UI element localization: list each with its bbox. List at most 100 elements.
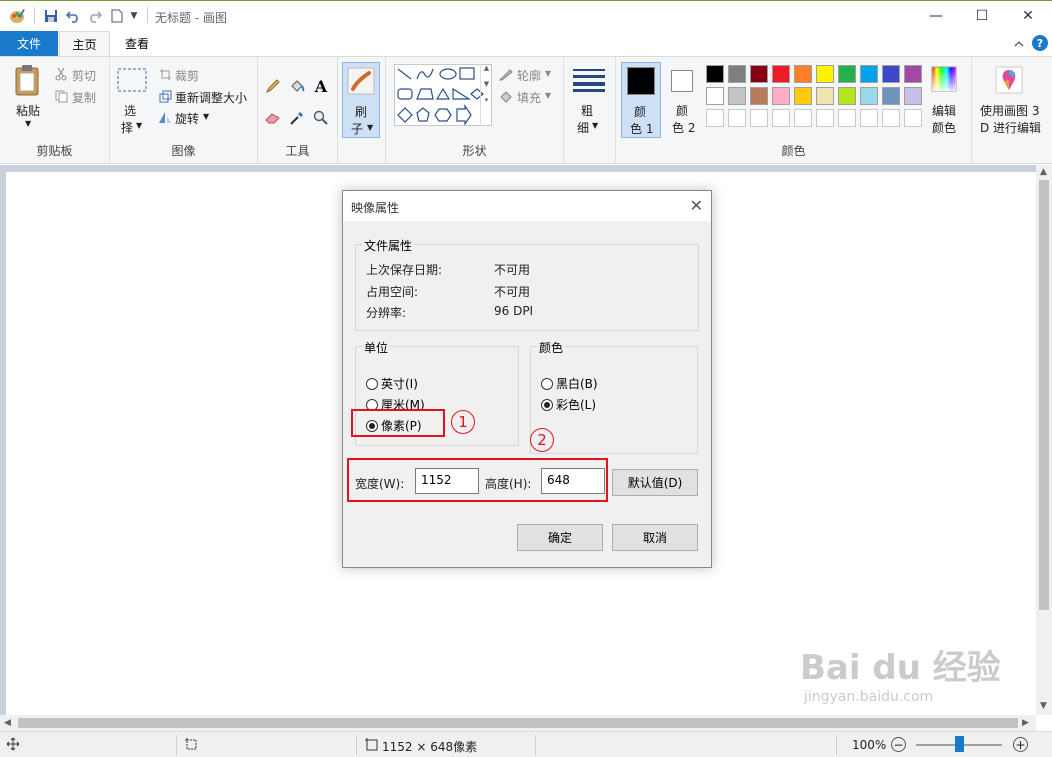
maximize-button[interactable]: ☐ <box>959 1 1005 31</box>
new-document-icon[interactable] <box>108 7 126 25</box>
paint-app-icon[interactable] <box>8 7 28 25</box>
tab-view[interactable]: 查看 <box>113 31 161 56</box>
color2-button[interactable]: 颜 色 2 <box>666 62 702 138</box>
custom-color-slot[interactable] <box>728 109 746 127</box>
palette-color-swatch[interactable] <box>772 87 790 105</box>
select-dropdown-icon[interactable]: ▼ <box>136 121 142 130</box>
palette-color-swatch[interactable] <box>750 65 768 83</box>
palette-color-swatch[interactable] <box>706 87 724 105</box>
rotate-dropdown-icon[interactable]: ▼ <box>203 112 209 121</box>
black-white-radio-dot[interactable] <box>541 377 553 390</box>
custom-color-slot[interactable] <box>838 109 856 127</box>
size-button[interactable]: 粗 <box>581 102 593 119</box>
palette-color-swatch[interactable] <box>838 87 856 105</box>
crop-button[interactable]: 裁剪 <box>175 67 199 84</box>
save-icon[interactable] <box>42 7 60 25</box>
tab-file[interactable]: 文件 <box>0 31 58 56</box>
unit-inches-radio[interactable]: 英寸(I) <box>366 375 418 392</box>
shapes-gallery[interactable] <box>394 64 492 126</box>
shapes-scroll[interactable]: ▲ ▼ ▾ <box>480 64 492 126</box>
edit-colors-button[interactable]: 编辑 <box>932 102 956 119</box>
paint3d-icon[interactable] <box>994 65 1024 95</box>
horizontal-scroll-thumb[interactable] <box>18 718 1018 728</box>
paint3d-button-line2[interactable]: D 进行编辑 <box>980 119 1041 136</box>
outline-dropdown-icon[interactable]: ▼ <box>545 69 551 78</box>
palette-color-swatch[interactable] <box>882 87 900 105</box>
eraser-icon[interactable] <box>264 109 282 127</box>
palette-color-swatch[interactable] <box>882 65 900 83</box>
minimize-button[interactable]: — <box>913 1 959 31</box>
scroll-right-icon[interactable]: ▶ <box>1022 718 1029 728</box>
redo-icon[interactable] <box>86 7 104 25</box>
custom-color-slot[interactable] <box>750 109 768 127</box>
edit-colors-button-line2[interactable]: 颜色 <box>932 119 956 136</box>
paste-button[interactable]: 粘贴 <box>16 102 40 119</box>
custom-color-slot[interactable] <box>860 109 878 127</box>
scroll-up-icon[interactable]: ▲ <box>1040 167 1047 177</box>
palette-color-swatch[interactable] <box>794 65 812 83</box>
fill-button[interactable]: 填充 <box>517 89 541 106</box>
palette-color-swatch[interactable] <box>750 87 768 105</box>
custom-color-slot[interactable] <box>772 109 790 127</box>
pencil-icon[interactable] <box>264 77 282 95</box>
undo-icon[interactable] <box>64 7 82 25</box>
palette-color-swatch[interactable] <box>816 87 834 105</box>
palette-color-swatch[interactable] <box>904 87 922 105</box>
palette-color-swatch[interactable] <box>794 87 812 105</box>
palette-color-swatch[interactable] <box>860 87 878 105</box>
vertical-scrollbar[interactable]: ▲ ▼ <box>1036 165 1052 715</box>
palette-color-swatch[interactable] <box>706 65 724 83</box>
help-icon[interactable]: ? <box>1032 35 1048 51</box>
paint3d-button[interactable]: 使用画图 3 <box>980 102 1039 119</box>
rotate-button[interactable]: 旋转 <box>175 110 199 127</box>
palette-color-swatch[interactable] <box>816 65 834 83</box>
color-radio-dot[interactable] <box>541 398 553 411</box>
line-size-icon[interactable] <box>572 67 606 93</box>
zoom-in-icon[interactable]: + <box>1013 737 1028 752</box>
close-button[interactable]: ✕ <box>1005 1 1051 31</box>
unit-inches-radio-dot[interactable] <box>366 377 378 390</box>
custom-color-slot[interactable] <box>706 109 724 127</box>
customize-toolbar-icon[interactable]: ▼ <box>128 7 140 25</box>
black-white-radio[interactable]: 黑白(B) <box>541 375 598 392</box>
palette-color-swatch[interactable] <box>904 65 922 83</box>
zoom-out-icon[interactable]: − <box>891 737 906 752</box>
fill-dropdown-icon[interactable]: ▼ <box>545 91 551 100</box>
outline-button[interactable]: 轮廓 <box>517 67 541 84</box>
size-button-line2[interactable]: 细 <box>577 119 589 136</box>
magnifier-icon[interactable] <box>312 109 330 127</box>
scroll-down-icon[interactable]: ▼ <box>1040 701 1047 711</box>
palette-color-swatch[interactable] <box>728 65 746 83</box>
select-icon[interactable] <box>116 67 148 93</box>
cancel-button[interactable]: 取消 <box>612 524 698 551</box>
custom-color-slot[interactable] <box>816 109 834 127</box>
dialog-close-icon[interactable]: ✕ <box>690 196 703 215</box>
default-button[interactable]: 默认值(D) <box>612 469 698 496</box>
paste-icon[interactable] <box>10 63 46 97</box>
ok-button[interactable]: 确定 <box>517 524 603 551</box>
palette-color-swatch[interactable] <box>728 87 746 105</box>
palette-color-swatch[interactable] <box>772 65 790 83</box>
resize-button[interactable]: 重新调整大小 <box>175 89 247 106</box>
color-radio[interactable]: 彩色(L) <box>541 396 596 413</box>
collapse-ribbon-icon[interactable] <box>1012 35 1026 53</box>
paste-dropdown-icon[interactable]: ▼ <box>25 119 31 128</box>
scroll-left-icon[interactable]: ◀ <box>4 718 11 728</box>
horizontal-scrollbar[interactable]: ◀ ▶ <box>0 715 1036 731</box>
fill-bucket-icon[interactable] <box>288 77 306 95</box>
color1-button[interactable]: 颜 色 1 <box>621 62 661 138</box>
custom-color-slot[interactable] <box>794 109 812 127</box>
select-button[interactable]: 选 <box>124 102 136 119</box>
edit-colors-icon[interactable] <box>930 65 958 93</box>
custom-color-slot[interactable] <box>904 109 922 127</box>
cut-button[interactable]: 剪切 <box>72 67 96 84</box>
copy-button[interactable]: 复制 <box>72 89 96 106</box>
palette-color-swatch[interactable] <box>838 65 856 83</box>
custom-color-slot[interactable] <box>882 109 900 127</box>
size-dropdown-icon[interactable]: ▼ <box>592 121 598 130</box>
zoom-slider-thumb[interactable] <box>955 736 964 752</box>
tab-home[interactable]: 主页 <box>59 31 110 56</box>
text-tool-icon[interactable]: A <box>312 77 330 96</box>
brushes-button[interactable]: 刷 子 ▼ <box>342 62 380 138</box>
vertical-scroll-thumb[interactable] <box>1039 180 1049 610</box>
